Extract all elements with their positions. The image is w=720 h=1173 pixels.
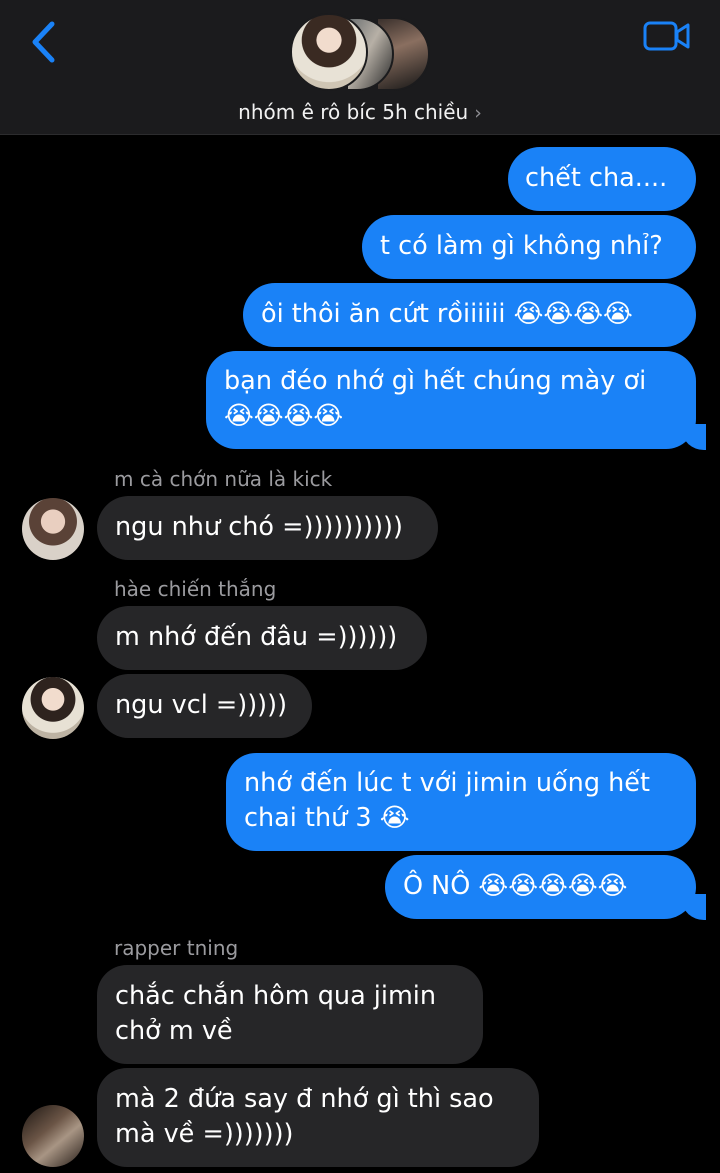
message-text: mà về =)))))))	[115, 1119, 294, 1149]
group-name[interactable]: nhóm ê rô bíc 5h chiều ›	[0, 100, 720, 124]
outgoing-message[interactable]: Ô NÔ 😭😭😭😭😭	[385, 855, 696, 919]
member-avatar	[290, 13, 368, 91]
sender-name: m cà chớn nữa là kick	[114, 467, 333, 491]
chevron-left-icon	[32, 21, 55, 63]
bubble-tail	[682, 894, 706, 920]
chevron-right-icon: ›	[474, 102, 482, 124]
message-text: chở m về	[115, 1016, 233, 1046]
message-text: ôi thôi ăn cứt rồiiiiii 😭😭😭😭	[261, 299, 633, 329]
message-text: nhớ đến lúc t với jimin uống hết	[244, 768, 650, 798]
message-text: 😭😭😭😭	[224, 401, 344, 431]
message-text: Ô NÔ 😭😭😭😭😭	[403, 871, 628, 901]
incoming-message[interactable]: mà 2 đứa say đ nhớ gì thì sao mà về =)))…	[97, 1068, 539, 1167]
group-name-label: nhóm ê rô bíc 5h chiều	[238, 100, 469, 124]
chat-header: nhóm ê rô bíc 5h chiều ›	[0, 0, 720, 135]
outgoing-message[interactable]: ôi thôi ăn cứt rồiiiiii 😭😭😭😭	[243, 283, 696, 347]
group-avatar-stack[interactable]	[290, 13, 435, 93]
message-text: chắc chắn hôm qua jimin	[115, 981, 437, 1011]
incoming-message[interactable]: ngu vcl =)))))	[97, 674, 312, 738]
sender-name: rapper tning	[114, 936, 239, 960]
message-text: t có làm gì không nhỉ?	[380, 231, 663, 261]
sender-avatar[interactable]	[22, 677, 84, 739]
sender-avatar[interactable]	[22, 1105, 84, 1167]
sender-name: hàe chiến thắng	[114, 577, 277, 601]
incoming-message[interactable]: chắc chắn hôm qua jimin chở m về	[97, 965, 483, 1064]
message-text: chai thứ 3 😭	[244, 803, 410, 833]
sender-avatar[interactable]	[22, 498, 84, 560]
outgoing-message[interactable]: bạn đéo nhớ gì hết chúng mày ơi 😭😭😭😭	[206, 351, 696, 449]
message-text: ngu như chó =))))))))))	[115, 512, 403, 542]
incoming-message[interactable]: ngu như chó =))))))))))	[97, 496, 438, 560]
bubble-tail	[682, 424, 706, 450]
video-camera-icon	[643, 21, 690, 51]
message-text: mà 2 đứa say đ nhớ gì thì sao	[115, 1084, 494, 1114]
message-text: ngu vcl =)))))	[115, 690, 288, 720]
video-call-button[interactable]	[640, 14, 694, 58]
back-button[interactable]	[22, 16, 66, 68]
message-text: chết cha....	[525, 163, 668, 193]
message-text: m nhớ đến đâu =))))))	[115, 622, 398, 652]
outgoing-message[interactable]: t có làm gì không nhỉ?	[362, 215, 696, 279]
outgoing-message[interactable]: chết cha....	[508, 147, 696, 211]
outgoing-message[interactable]: nhớ đến lúc t với jimin uống hết chai th…	[226, 753, 696, 851]
message-text: bạn đéo nhớ gì hết chúng mày ơi	[224, 366, 647, 396]
incoming-message[interactable]: m nhớ đến đâu =))))))	[97, 606, 427, 670]
